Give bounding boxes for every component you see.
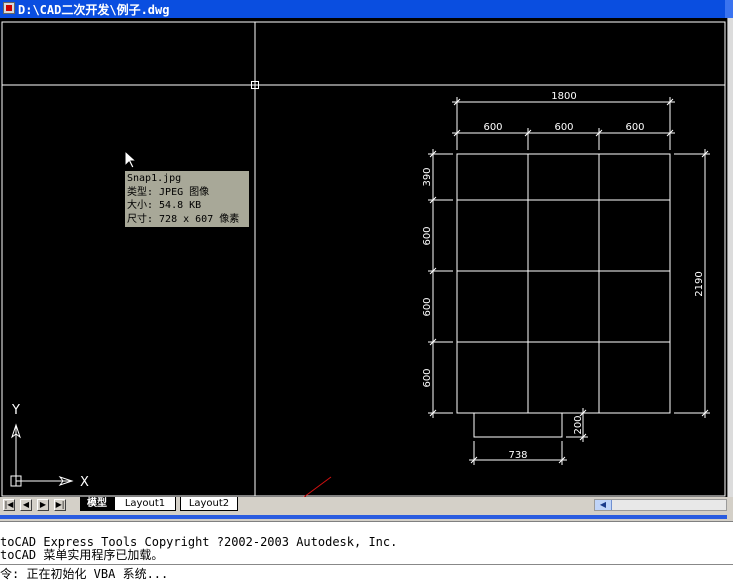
tab-last-icon[interactable]: ▶| [54,499,66,511]
tab-layout2[interactable]: Layout2 [180,497,238,511]
app-icon[interactable] [3,2,15,14]
tab-model[interactable]: 模型 [80,497,114,511]
tab-next-icon[interactable]: ▶ [37,499,49,511]
dim-base-width: 738 [508,450,527,461]
scroll-left-icon[interactable]: ◀ [595,500,612,510]
dim-col1: 600 [483,122,502,133]
drawing-canvas[interactable]: 1800 600 600 600 390 600 600 600 2190 20… [0,18,727,497]
dimension-texts: 1800 600 600 600 390 600 600 600 2190 20… [422,91,705,461]
tooltip-size: 大小: 54.8 KB [127,200,202,211]
drawing-svg: 1800 600 600 600 390 600 600 600 2190 20… [1,21,726,497]
tab-first-icon[interactable]: |◀ [3,499,15,511]
command-window[interactable]: toCAD Express Tools Copyright ?2002-2003… [0,521,733,583]
dim-row4: 600 [422,368,433,387]
mouse-cursor-icon [124,150,138,169]
red-arrow-annotation [303,476,332,497]
ucs-icon [10,423,74,487]
layout-tab-bar: |◀ ◀ ▶ ▶| 模型 Layout1 Layout2 ◀ [0,497,733,513]
dim-row3: 600 [422,297,433,316]
tooltip-dimensions: 尺寸: 728 x 607 像素 [127,213,240,225]
dim-total-width: 1800 [551,91,576,102]
window-splitter[interactable] [0,513,733,521]
command-history-line-1: toCAD Express Tools Copyright ?2002-2003… [0,535,398,549]
title-bar: D:\CAD二次开发\例子.dwg [0,0,733,19]
dim-total-height: 2190 [694,271,705,296]
window-frame [456,153,671,438]
window-title: D:\CAD二次开发\例子.dwg [18,3,170,17]
command-separator [0,564,733,565]
command-prompt-line[interactable]: 令: 正在初始化 VBA 系统... [0,567,168,581]
viewport-border [1,21,726,497]
file-tooltip: Snap1.jpg 类型: JPEG 图像 大小: 54.8 KB 尺寸: 72… [125,171,249,227]
dim-base-height: 200 [573,415,584,434]
tooltip-type: 类型: JPEG 图像 [127,186,210,198]
tooltip-filename: Snap1.jpg [127,173,182,184]
ucs-x-label: X [80,475,89,490]
dim-col3: 600 [625,122,644,133]
dim-col2: 600 [554,122,573,133]
tab-prev-icon[interactable]: ◀ [20,499,32,511]
ucs-y-label: Y [11,403,20,418]
title-bar-edge [725,0,733,18]
dimension-lines [428,97,710,465]
dim-row2: 600 [422,226,433,245]
command-history-line-2: toCAD 菜单实用程序已加载。 [0,548,164,562]
horizontal-scrollbar[interactable]: ◀ [594,499,727,511]
tab-layout1[interactable]: Layout1 [114,497,176,511]
vertical-scrollbar[interactable] [727,18,733,498]
dim-row-top: 390 [422,167,433,186]
